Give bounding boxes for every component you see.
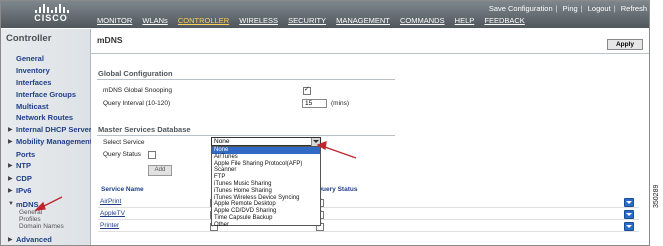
main-content: mDNS Apply Global Configuration mDNS Glo…: [91, 29, 649, 245]
nav-wireless[interactable]: WIRELESS: [239, 16, 278, 25]
sidebar: Controller General Inventory Interfaces …: [1, 29, 92, 245]
expand-arrow-icon[interactable]: ▶: [8, 187, 13, 194]
table-row: AppleTV: [98, 209, 639, 220]
service-option[interactable]: Apple File Sharing Protocol(AFP): [212, 161, 320, 168]
figure-id: 350289: [653, 184, 660, 208]
collapse-arrow-icon[interactable]: ▼: [8, 201, 14, 207]
apply-button[interactable]: Apply: [607, 39, 643, 50]
table-row: AirPrint: [98, 197, 639, 208]
cisco-logo-bars: [33, 4, 69, 13]
cisco-logo: CISCO: [31, 4, 71, 26]
service-link[interactable]: AppleTV: [100, 210, 125, 217]
master-services-heading: Master Services Database: [98, 125, 191, 134]
expand-arrow-icon[interactable]: ▶: [8, 138, 13, 145]
expand-arrow-icon[interactable]: ▶: [8, 236, 13, 243]
service-option[interactable]: None: [212, 147, 320, 154]
sidebar-item-network-routes[interactable]: Network Routes: [16, 113, 73, 122]
nav-management[interactable]: MANAGEMENT: [336, 16, 390, 25]
main-nav: MONITOR WLANs CONTROLLER WIRELESS SECURI…: [97, 16, 533, 25]
sidebar-item-ntp[interactable]: NTP: [16, 161, 31, 170]
sidebar-item-multicast[interactable]: Multicast: [16, 102, 49, 111]
service-option[interactable]: Apple Remote Desktop: [212, 201, 320, 208]
nav-wlans[interactable]: WLANs: [142, 16, 167, 25]
sidebar-sub-profiles[interactable]: Profiles: [19, 216, 41, 223]
query-interval-unit: (mins): [331, 100, 350, 107]
nav-feedback[interactable]: FEEDBACK: [484, 16, 524, 25]
table-row: Printer: [98, 221, 639, 232]
divider: [97, 135, 395, 136]
col-query-status: Query Status: [317, 186, 358, 193]
sidebar-item-interface-groups[interactable]: Interface Groups: [16, 90, 76, 99]
service-link[interactable]: Printer: [100, 222, 119, 229]
sidebar-item-cdp[interactable]: CDP: [16, 174, 32, 183]
sidebar-sub-domain-names[interactable]: Domain Names: [19, 223, 64, 230]
expand-arrow-icon[interactable]: ▶: [8, 175, 13, 182]
nav-security[interactable]: SECURITY: [288, 16, 326, 25]
sidebar-sub-general[interactable]: General: [19, 209, 42, 216]
chevron-down-icon[interactable]: [311, 138, 320, 146]
snooping-label: mDNS Global Snooping: [103, 87, 173, 94]
expand-arrow-icon[interactable]: ▶: [8, 162, 13, 169]
service-options-list[interactable]: None AirTunes Apple File Sharing Protoco…: [211, 146, 321, 229]
nav-help[interactable]: HELP: [455, 16, 475, 25]
service-option[interactable]: FTP: [212, 174, 320, 181]
sidebar-item-dhcp[interactable]: Internal DHCP Server: [16, 125, 92, 134]
sidebar-item-inventory[interactable]: Inventory: [16, 66, 50, 75]
service-option[interactable]: iTunes Home Sharing: [212, 188, 320, 195]
global-config-heading: Global Configuration: [98, 69, 173, 78]
nav-monitor[interactable]: MONITOR: [97, 16, 132, 25]
page-title: mDNS: [97, 35, 123, 45]
services-table-header: Service Name S Query Status: [99, 186, 629, 195]
col-service-name: Service Name: [101, 186, 144, 193]
query-interval-input[interactable]: 15: [302, 99, 327, 108]
row-dropdown-icon[interactable]: [624, 222, 634, 231]
row-dropdown-icon[interactable]: [624, 198, 634, 207]
save-configuration-link[interactable]: Save Configuration: [489, 4, 553, 13]
cisco-logo-text: CISCO: [34, 13, 68, 23]
query-interval-label: Query Interval (10-120): [103, 100, 171, 107]
divider: [91, 53, 649, 54]
select-service-label: Select Service: [103, 139, 145, 146]
top-bar: CISCO Save Configuration | Ping | Logout | …: [1, 1, 649, 28]
select-service-dropdown[interactable]: None: [211, 137, 321, 146]
service-option[interactable]: Other: [212, 222, 320, 229]
service-option[interactable]: Scanner: [212, 167, 320, 174]
row-dropdown-icon[interactable]: [624, 210, 634, 219]
query-status-label: Query Status: [103, 151, 141, 158]
service-option[interactable]: Time Capsule Backup: [212, 215, 320, 222]
service-option[interactable]: Apple CD/DVD Sharing: [212, 208, 320, 215]
sidebar-title: Controller: [6, 33, 52, 44]
logout-link[interactable]: Logout: [588, 4, 611, 13]
top-links: Save Configuration | Ping | Logout | Refres…: [488, 4, 647, 13]
sidebar-item-advanced[interactable]: Advanced: [16, 235, 52, 244]
query-status-checkbox[interactable]: [148, 151, 156, 159]
sidebar-item-mobility[interactable]: Mobility Management: [16, 137, 92, 146]
snooping-checkbox[interactable]: [303, 85, 311, 95]
sidebar-item-ports[interactable]: Ports: [16, 150, 35, 159]
expand-arrow-icon[interactable]: ▶: [8, 126, 13, 133]
app-window: CISCO Save Configuration | Ping | Logout | …: [0, 0, 650, 246]
refresh-link[interactable]: Refresh: [621, 4, 647, 13]
divider: [97, 79, 395, 80]
service-option[interactable]: AirTunes: [212, 154, 320, 161]
sidebar-item-interfaces[interactable]: Interfaces: [16, 78, 51, 87]
sidebar-item-general[interactable]: General: [16, 54, 44, 63]
service-link[interactable]: AirPrint: [100, 198, 121, 205]
sidebar-item-mdns[interactable]: mDNS: [16, 200, 39, 209]
nav-commands[interactable]: COMMANDS: [400, 16, 445, 25]
service-option[interactable]: iTunes Wireless Device Syncing: [212, 195, 320, 202]
ping-link[interactable]: Ping: [563, 4, 578, 13]
add-button[interactable]: Add: [148, 165, 172, 176]
sidebar-item-ipv6[interactable]: IPv6: [16, 186, 31, 195]
select-service-value: None: [214, 138, 230, 145]
service-option[interactable]: iTunes Music Sharing: [212, 181, 320, 188]
nav-controller[interactable]: CONTROLLER: [178, 16, 229, 25]
